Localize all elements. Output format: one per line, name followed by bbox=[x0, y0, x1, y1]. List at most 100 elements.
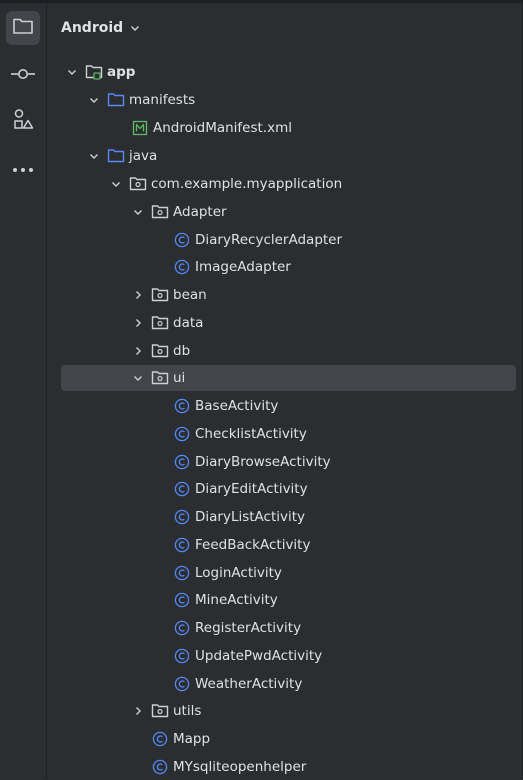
tree-row-label: RegisterActivity bbox=[195, 620, 302, 636]
class-icon bbox=[173, 675, 191, 693]
shapes-icon bbox=[12, 108, 34, 134]
class-icon bbox=[151, 730, 169, 748]
tree-row-db[interactable]: db bbox=[61, 338, 516, 364]
tree-row-diaryeditactivity[interactable]: DiaryEditActivity bbox=[61, 476, 516, 502]
tree-row-label: app bbox=[107, 64, 136, 80]
tree-row-label: db bbox=[173, 343, 191, 359]
tree-row-label: Mapp bbox=[173, 731, 211, 747]
class-icon bbox=[173, 480, 191, 498]
chevron-right-icon[interactable] bbox=[131, 344, 145, 358]
resource-manager-button[interactable] bbox=[6, 104, 40, 138]
tree-row-weatheractivity[interactable]: WeatherActivity bbox=[61, 671, 516, 697]
tree-row-feedbackactivity[interactable]: FeedBackActivity bbox=[61, 532, 516, 558]
class-icon bbox=[173, 425, 191, 443]
folder-icon bbox=[12, 16, 34, 40]
tree-row-baseactivity[interactable]: BaseActivity bbox=[61, 393, 516, 419]
chevron-down-icon[interactable] bbox=[87, 93, 101, 107]
commit-tool-button[interactable] bbox=[6, 58, 40, 92]
package-icon bbox=[151, 342, 169, 360]
commit-icon bbox=[11, 66, 35, 85]
tree-row-java[interactable]: java bbox=[61, 143, 516, 169]
project-tool-window: Android app manifests AndroidManifest.xm… bbox=[0, 0, 523, 779]
tree-row-app[interactable]: app bbox=[61, 59, 516, 85]
project-panel: Android app manifests AndroidManifest.xm… bbox=[47, 3, 523, 779]
tree-row-data[interactable]: data bbox=[61, 310, 516, 336]
package-icon bbox=[151, 314, 169, 332]
tree-row-label: AndroidManifest.xml bbox=[153, 120, 292, 136]
tree-row-ui[interactable]: ui bbox=[61, 365, 516, 391]
class-icon bbox=[173, 647, 191, 665]
tree-row-updatepwdactivity[interactable]: UpdatePwdActivity bbox=[61, 643, 516, 669]
tree-row-label: data bbox=[173, 315, 204, 331]
tree-row-utils[interactable]: utils bbox=[61, 698, 516, 724]
package-icon bbox=[129, 175, 147, 193]
tree-row-registeractivity[interactable]: RegisterActivity bbox=[61, 615, 516, 641]
tree-row-label: MYsqliteopenhelper bbox=[173, 759, 307, 775]
chevron-down-icon bbox=[129, 19, 141, 38]
tree-row-label: DiaryEditActivity bbox=[195, 481, 308, 497]
class-icon bbox=[151, 758, 169, 776]
tree-row-bean[interactable]: bean bbox=[61, 282, 516, 308]
chevron-right-icon[interactable] bbox=[131, 288, 145, 302]
package-icon bbox=[151, 702, 169, 720]
folder-icon bbox=[107, 147, 125, 165]
chevron-right-icon[interactable] bbox=[131, 704, 145, 718]
tree-row-manifests[interactable]: manifests bbox=[61, 87, 516, 113]
tool-strip bbox=[0, 3, 47, 779]
chevron-down-icon[interactable] bbox=[65, 65, 79, 79]
tree-row-loginactivity[interactable]: LoginActivity bbox=[61, 560, 516, 586]
panel-title: Android bbox=[61, 20, 124, 36]
tree-row-androidmanifest[interactable]: AndroidManifest.xml bbox=[61, 115, 516, 141]
tree-row-label: DiaryListActivity bbox=[195, 509, 306, 525]
tree-row-label: ImageAdapter bbox=[195, 259, 291, 275]
chevron-down-icon[interactable] bbox=[109, 177, 123, 191]
class-icon bbox=[173, 397, 191, 415]
tree-row-label: DiaryRecyclerAdapter bbox=[195, 232, 343, 248]
chevron-down-icon[interactable] bbox=[87, 149, 101, 163]
tree-row-mineactivity[interactable]: MineActivity bbox=[61, 587, 516, 613]
tree-row-mapp[interactable]: Mapp bbox=[61, 726, 516, 752]
project-tool-button[interactable] bbox=[6, 11, 40, 45]
tree-row-diarylistactivity[interactable]: DiaryListActivity bbox=[61, 504, 516, 530]
tree-row-checklistactivity[interactable]: ChecklistActivity bbox=[61, 421, 516, 447]
tree-row-label: LoginActivity bbox=[195, 565, 282, 581]
class-icon bbox=[173, 453, 191, 471]
tree-row-label: DiaryBrowseActivity bbox=[195, 454, 331, 470]
package-icon bbox=[151, 203, 169, 221]
chevron-right-icon[interactable] bbox=[131, 316, 145, 330]
tree-row-diaryrecycleradapter[interactable]: DiaryRecyclerAdapter bbox=[61, 227, 516, 253]
tree-row-diarybrowseactivity[interactable]: DiaryBrowseActivity bbox=[61, 449, 516, 475]
tree-row-mysqliteopenhelper[interactable]: MYsqliteopenhelper bbox=[61, 754, 516, 780]
tree-row-label: ChecklistActivity bbox=[195, 426, 307, 442]
tree-row-label: java bbox=[129, 148, 158, 164]
package-icon bbox=[151, 286, 169, 304]
tree-row-label: UpdatePwdActivity bbox=[195, 648, 323, 664]
class-icon bbox=[173, 536, 191, 554]
tree-row-package[interactable]: com.example.myapplication bbox=[61, 171, 516, 197]
class-icon bbox=[173, 258, 191, 276]
tree-row-imageadapter[interactable]: ImageAdapter bbox=[61, 254, 516, 280]
class-icon bbox=[173, 591, 191, 609]
more-icon bbox=[12, 158, 34, 177]
class-icon bbox=[173, 231, 191, 249]
tree-row-label: MineActivity bbox=[195, 592, 278, 608]
tree-row-adapter[interactable]: Adapter bbox=[61, 199, 516, 225]
package-icon bbox=[151, 369, 169, 387]
class-icon bbox=[173, 619, 191, 637]
tree-row-label: FeedBackActivity bbox=[195, 537, 311, 553]
chevron-down-icon[interactable] bbox=[131, 371, 145, 385]
more-tools-button[interactable] bbox=[6, 150, 40, 184]
module-folder-icon bbox=[85, 63, 103, 81]
view-selector[interactable]: Android bbox=[61, 13, 141, 43]
tree-row-label: utils bbox=[173, 703, 202, 719]
tree-row-label: ui bbox=[173, 370, 186, 386]
chevron-down-icon[interactable] bbox=[131, 205, 145, 219]
tree-row-label: Adapter bbox=[173, 204, 227, 220]
folder-icon bbox=[107, 91, 125, 109]
tree-row-label: WeatherActivity bbox=[195, 676, 303, 692]
tree-row-label: com.example.myapplication bbox=[151, 176, 343, 192]
class-icon bbox=[173, 564, 191, 582]
manifest-icon bbox=[131, 119, 149, 137]
tree-row-label: bean bbox=[173, 287, 207, 303]
tree-row-label: manifests bbox=[129, 92, 196, 108]
